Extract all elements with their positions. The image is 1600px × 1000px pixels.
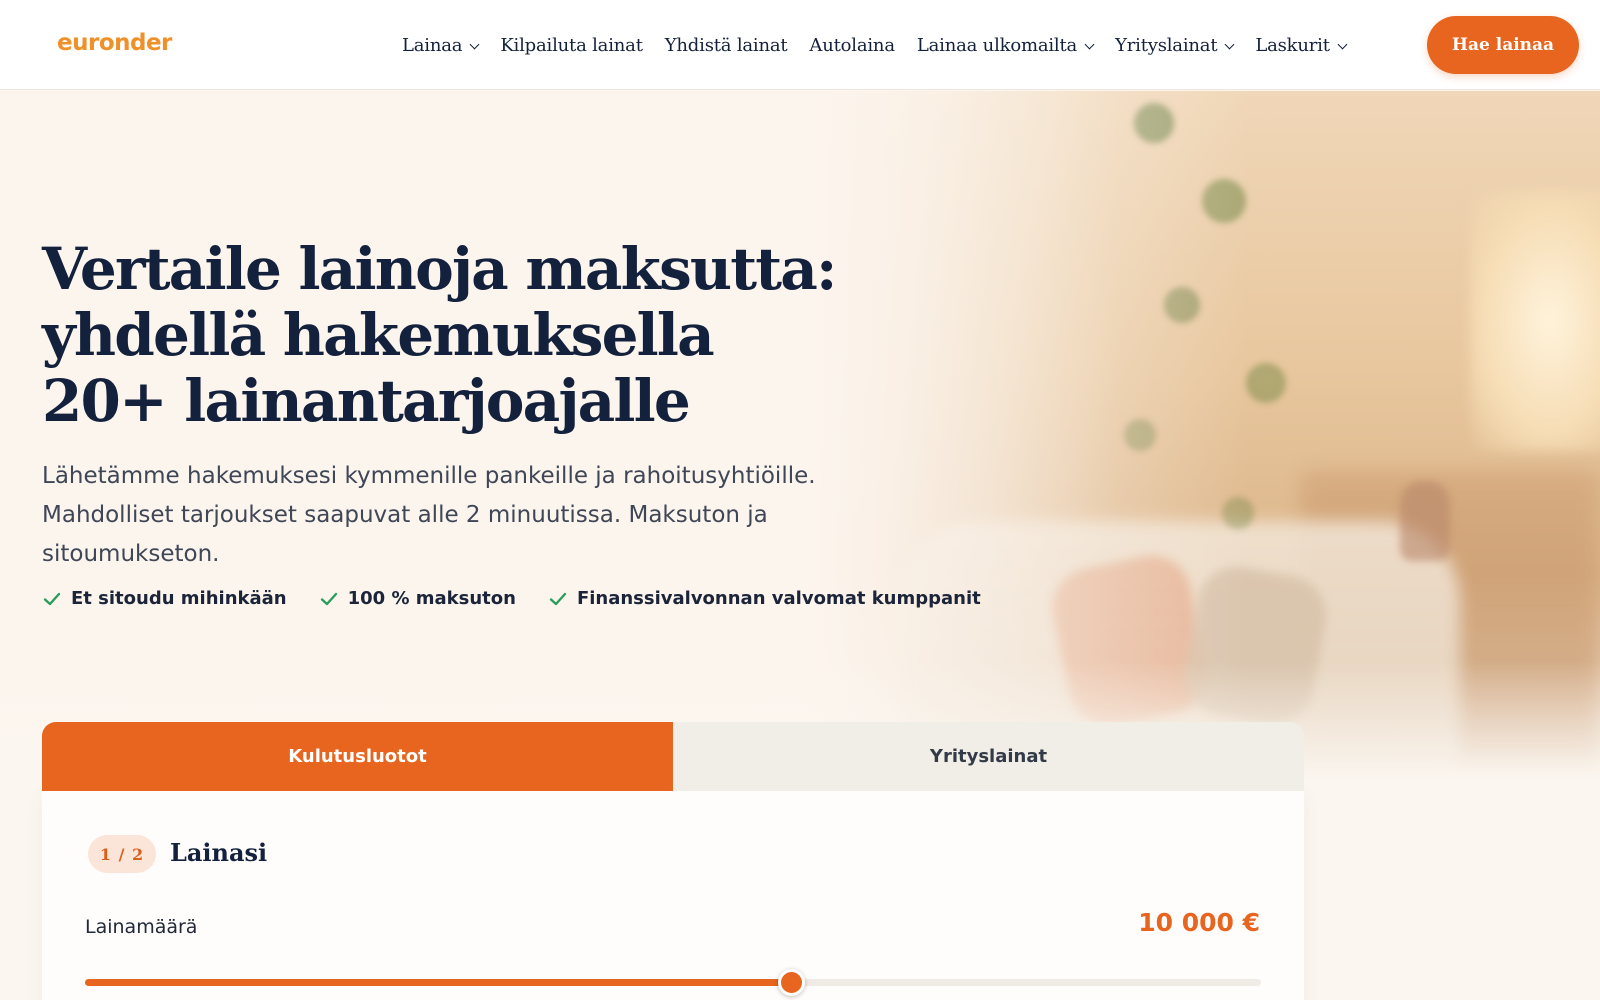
check-icon: [549, 592, 567, 605]
logo[interactable]: euronder: [57, 30, 172, 56]
benefit-label: Finanssivalvonnan valvomat kumppanit: [576, 588, 981, 609]
hero-description: Lähetämme hakemuksesi kymmenille pankeil…: [42, 463, 816, 567]
slider-thumb[interactable]: [777, 969, 805, 996]
chevron-down-icon: [1084, 39, 1095, 49]
nav-label: Laskurit: [1255, 34, 1330, 56]
benefit-label: 100 % maksuton: [347, 588, 516, 609]
check-icon: [320, 592, 337, 605]
hero-title: Vertaile lainoja maksutta: yhdellä hakem…: [42, 235, 837, 435]
chevron-down-icon: [1224, 39, 1235, 49]
nav-label: Autolaina: [809, 34, 895, 56]
loan-form-card: 1 / 2 Lainasi Lainamäärä 10 000 €: [42, 791, 1304, 1000]
tab-kulutusluotot[interactable]: Kulutusluotot: [42, 722, 673, 791]
apply-loan-button[interactable]: Hae lainaa: [1427, 16, 1579, 74]
nav-autolaina[interactable]: Autolaina: [809, 34, 895, 56]
tab-yrityslainat[interactable]: Yrityslainat: [673, 722, 1304, 791]
step-badge: 1 / 2: [88, 835, 156, 873]
chevron-down-icon: [469, 39, 480, 49]
benefit-item: Et sitoudu mihinkään: [42, 588, 287, 609]
nav-label: Yrityslainat: [1115, 34, 1218, 56]
nav-label: Lainaa: [402, 34, 463, 56]
nav-lainaa[interactable]: Lainaa: [402, 34, 480, 56]
amount-label: Lainamäärä: [85, 916, 198, 938]
nav-kilpailuta-lainat[interactable]: Kilpailuta lainat: [500, 34, 643, 56]
step-title: Lainasi: [170, 838, 268, 867]
benefit-item: Finanssivalvonnan valvomat kumppanit: [548, 588, 981, 609]
nav-label: Kilpailuta lainat: [500, 34, 643, 56]
nav-yrityslainat[interactable]: Yrityslainat: [1115, 34, 1235, 56]
slider-fill: [85, 979, 791, 986]
hero-background-image: [0, 91, 1600, 781]
amount-value: 10 000 €: [1138, 908, 1260, 937]
nav-label: Lainaa ulkomailta: [916, 34, 1078, 56]
chevron-down-icon: [1337, 39, 1348, 49]
nav-label: Yhdistä lainat: [664, 34, 788, 56]
benefit-list: Et sitoudu mihinkään 100 % maksuton Fina…: [42, 588, 981, 609]
main-nav: Lainaa Kilpailuta lainat Yhdistä lainat …: [402, 0, 1368, 90]
check-icon: [43, 592, 61, 605]
benefit-item: 100 % maksuton: [319, 588, 516, 609]
site-header: euronder Lainaa Kilpailuta lainat Yhdist…: [0, 0, 1600, 90]
nav-yhdista-lainat[interactable]: Yhdistä lainat: [665, 35, 788, 56]
loan-type-tabs: Kulutusluotot Yrityslainat: [42, 722, 1304, 791]
nav-laskurit[interactable]: Laskurit: [1255, 34, 1348, 56]
amount-slider[interactable]: [85, 969, 1261, 996]
nav-lainaa-ulkomailta[interactable]: Lainaa ulkomailta: [916, 34, 1095, 56]
benefit-label: Et sitoudu mihinkään: [71, 588, 287, 609]
